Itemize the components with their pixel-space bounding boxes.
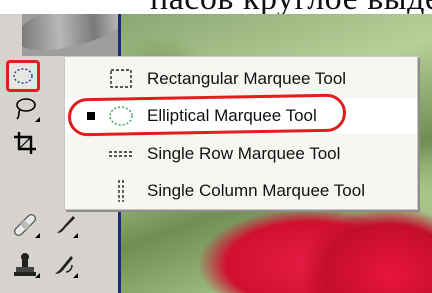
- menu-item-label: Rectangular Marquee Tool: [147, 69, 347, 88]
- menu-item-single-row-marquee[interactable]: Single Row Marquee Tool: [65, 136, 417, 172]
- single-column-marquee-icon: [107, 178, 135, 204]
- menu-item-label: Single Row Marquee Tool: [147, 144, 341, 163]
- menu-item-label: Single Column Marquee Tool: [147, 181, 365, 200]
- caption-strip: пасов круглое выделение.: [0, 0, 432, 14]
- clone-stamp-tool-button[interactable]: [8, 250, 42, 280]
- crop-icon: [12, 130, 38, 156]
- rectangular-marquee-icon: [107, 66, 135, 92]
- elliptical-marquee-tool-button[interactable]: [6, 60, 40, 92]
- single-row-marquee-icon: [107, 141, 135, 167]
- menu-item-single-column-marquee[interactable]: Single Column Marquee Tool: [65, 173, 417, 209]
- healing-brush-tool-button[interactable]: [8, 210, 42, 240]
- annotation-highlight-ring: [67, 93, 347, 137]
- lasso-tool-button[interactable]: [8, 94, 42, 124]
- crop-tool-button[interactable]: [8, 128, 42, 158]
- elliptical-marquee-icon: [11, 66, 35, 86]
- caption-text: пасов круглое выделение.: [150, 0, 432, 14]
- menu-item-rectangular-marquee[interactable]: Rectangular Marquee Tool: [65, 61, 417, 97]
- history-brush-tool-button[interactable]: [50, 250, 80, 280]
- brush-tool-button[interactable]: [50, 210, 80, 240]
- toolbox-header-image: [22, 14, 118, 56]
